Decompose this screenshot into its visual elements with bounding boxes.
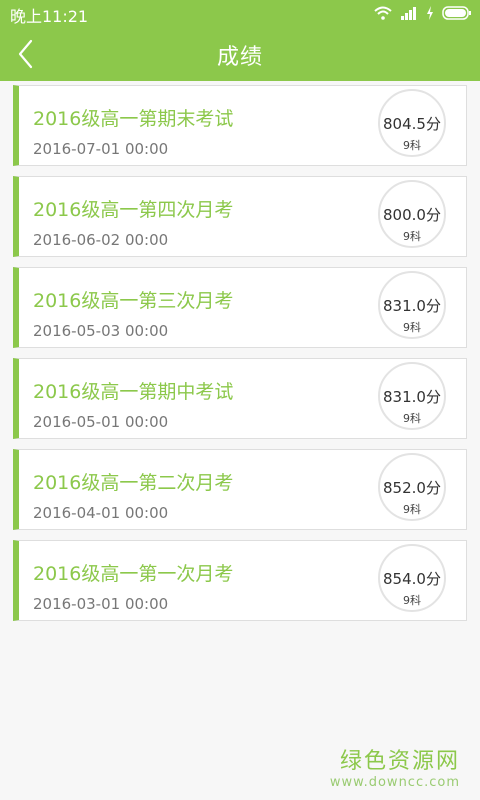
exam-card[interactable]: 2016级高一第三次月考 2016-05-03 00:00 831.0分 9科	[13, 267, 467, 348]
exam-card[interactable]: 2016级高一第一次月考 2016-03-01 00:00 854.0分 9科	[13, 540, 467, 621]
score-badge: 831.0分 9科	[378, 362, 446, 430]
subject-count: 9科	[403, 139, 421, 152]
status-time: 晚上11:21	[10, 7, 89, 26]
exam-date: 2016-03-01 00:00	[33, 595, 169, 613]
exam-card[interactable]: 2016级高一第二次月考 2016-04-01 00:00 852.0分 9科	[13, 449, 467, 530]
total-score: 800.0分	[383, 206, 441, 224]
subject-count: 9科	[403, 321, 421, 334]
exam-date: 2016-07-01 00:00	[33, 140, 169, 158]
wifi-icon	[374, 6, 392, 20]
exam-title: 2016级高一第四次月考	[33, 199, 234, 221]
subject-count: 9科	[403, 594, 421, 607]
watermark: 绿色资源网 www.downcc.com	[330, 743, 460, 790]
exam-title: 2016级高一第二次月考	[33, 472, 234, 494]
exam-card[interactable]: 2016级高一第期中考试 2016-05-01 00:00 831.0分 9科	[13, 358, 467, 439]
exam-date: 2016-05-01 00:00	[33, 413, 169, 431]
total-score: 854.0分	[383, 570, 441, 588]
status-icons	[374, 4, 472, 22]
exam-date: 2016-06-02 00:00	[33, 231, 169, 249]
exam-date: 2016-04-01 00:00	[33, 504, 169, 522]
charging-icon	[427, 6, 433, 20]
total-score: 804.5分	[383, 115, 441, 133]
exam-date: 2016-05-03 00:00	[33, 322, 169, 340]
status-bar: 晚上11:21	[0, 0, 480, 26]
exam-title: 2016级高一第一次月考	[33, 563, 234, 585]
exam-title: 2016级高一第期末考试	[33, 108, 234, 130]
exam-card[interactable]: 2016级高一第四次月考 2016-06-02 00:00 800.0分 9科	[13, 176, 467, 257]
score-badge: 852.0分 9科	[378, 453, 446, 521]
score-badge: 854.0分 9科	[378, 544, 446, 612]
subject-count: 9科	[403, 503, 421, 516]
page-title: 成绩	[216, 45, 263, 70]
score-badge: 800.0分 9科	[378, 180, 446, 248]
total-score: 852.0分	[383, 479, 441, 497]
exam-card[interactable]: 2016级高一第期末考试 2016-07-01 00:00 804.5分 9科	[13, 85, 467, 166]
exam-title: 2016级高一第三次月考	[33, 290, 234, 312]
watermark-url: www.downcc.com	[329, 775, 460, 790]
score-badge: 804.5分 9科	[378, 89, 446, 157]
subject-count: 9科	[403, 230, 421, 243]
exam-title: 2016级高一第期中考试	[33, 381, 234, 403]
app-header: 成绩	[0, 26, 480, 81]
subject-count: 9科	[403, 412, 421, 425]
total-score: 831.0分	[383, 388, 441, 406]
score-badge: 831.0分 9科	[378, 271, 446, 339]
exam-list: 2016级高一第期末考试 2016-07-01 00:00 804.5分 9科 …	[13, 85, 467, 631]
total-score: 831.0分	[383, 297, 441, 315]
battery-icon	[442, 6, 471, 20]
watermark-name: 绿色资源网	[339, 749, 460, 774]
signal-icon	[401, 7, 416, 20]
